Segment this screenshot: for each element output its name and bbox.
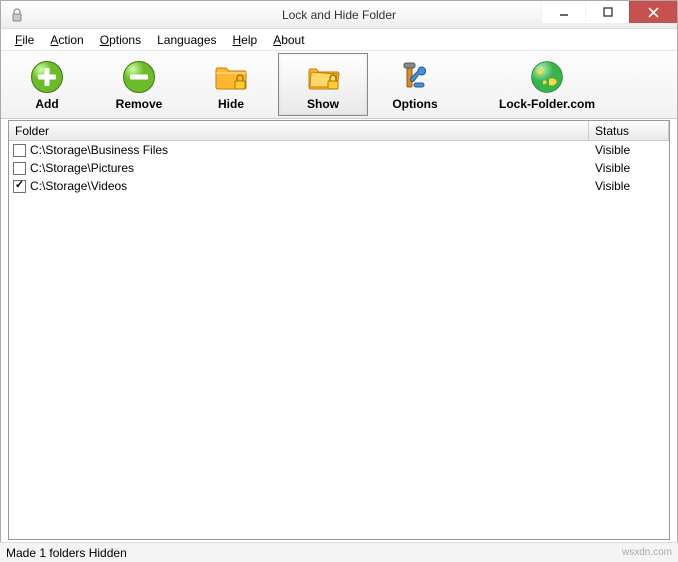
options-button[interactable]: Options — [370, 53, 460, 116]
folder-list: Folder Status C:\Storage\Business Files … — [8, 120, 670, 540]
checkbox[interactable] — [13, 180, 26, 193]
hide-button[interactable]: Hide — [186, 53, 276, 116]
status-text: Made 1 folders Hidden — [6, 546, 127, 560]
remove-label: Remove — [116, 97, 163, 111]
menu-languages[interactable]: Languages — [149, 31, 224, 49]
folder-status: Visible — [589, 179, 669, 193]
titlebar: Lock and Hide Folder — [1, 1, 677, 29]
folder-path: C:\Storage\Business Files — [30, 143, 168, 157]
folder-path: C:\Storage\Pictures — [30, 161, 134, 175]
list-item[interactable]: C:\Storage\Pictures Visible — [9, 159, 669, 177]
menubar: File Action Options Languages Help About — [1, 29, 677, 51]
checkbox[interactable] — [13, 144, 26, 157]
list-header: Folder Status — [9, 121, 669, 141]
add-icon — [29, 59, 65, 95]
show-label: Show — [307, 97, 339, 111]
column-folder[interactable]: Folder — [9, 121, 589, 140]
remove-icon — [121, 59, 157, 95]
menu-help[interactable]: Help — [225, 31, 266, 49]
list-body[interactable]: C:\Storage\Business Files Visible C:\Sto… — [9, 141, 669, 539]
website-label: Lock-Folder.com — [499, 97, 595, 111]
add-button[interactable]: Add — [2, 53, 92, 116]
add-label: Add — [35, 97, 58, 111]
menu-action[interactable]: Action — [42, 31, 91, 49]
window-buttons — [541, 1, 677, 28]
folder-status: Visible — [589, 161, 669, 175]
app-icon — [9, 7, 25, 23]
list-item[interactable]: C:\Storage\Videos Visible — [9, 177, 669, 195]
menu-options[interactable]: Options — [92, 31, 149, 49]
menu-file[interactable]: File — [7, 31, 42, 49]
list-item[interactable]: C:\Storage\Business Files Visible — [9, 141, 669, 159]
close-button[interactable] — [629, 1, 677, 23]
toolbar: Add Remove Hide — [1, 51, 677, 119]
menu-about[interactable]: About — [265, 31, 312, 49]
show-button[interactable]: Show — [278, 53, 368, 116]
statusbar: Made 1 folders Hidden wsxdn.com — [0, 542, 678, 562]
globe-icon — [529, 59, 565, 95]
folder-path: C:\Storage\Videos — [30, 179, 127, 193]
tools-icon — [397, 59, 433, 95]
maximize-button[interactable] — [585, 1, 629, 23]
remove-button[interactable]: Remove — [94, 53, 184, 116]
folder-status: Visible — [589, 143, 669, 157]
options-label: Options — [392, 97, 437, 111]
folder-open-lock-icon — [305, 59, 341, 95]
watermark: wsxdn.com — [622, 547, 672, 558]
column-status[interactable]: Status — [589, 121, 669, 140]
minimize-button[interactable] — [541, 1, 585, 23]
hide-label: Hide — [218, 97, 244, 111]
checkbox[interactable] — [13, 162, 26, 175]
folder-lock-icon — [213, 59, 249, 95]
website-button[interactable]: Lock-Folder.com — [462, 53, 632, 116]
